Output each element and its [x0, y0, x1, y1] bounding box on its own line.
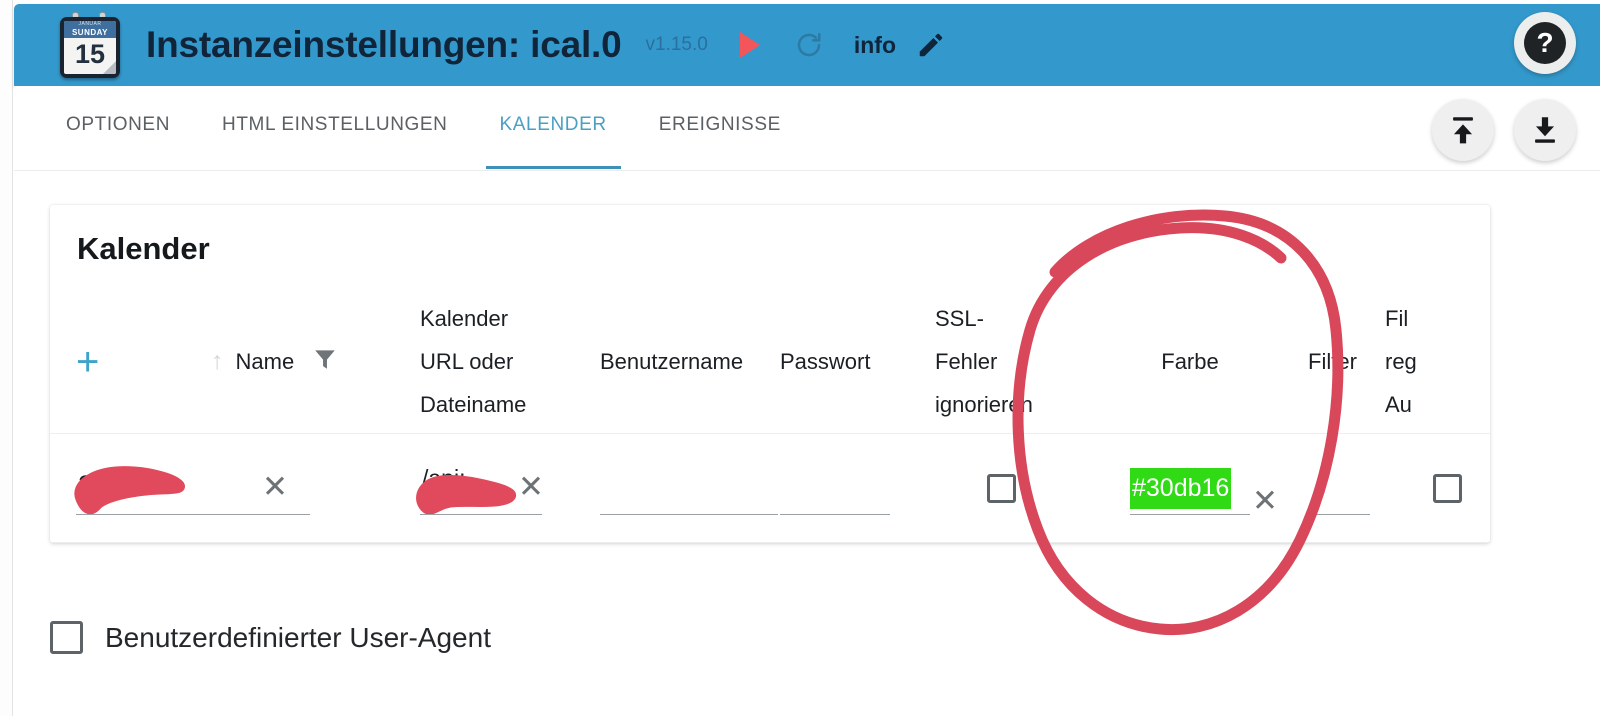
calendar-fold-corner	[103, 61, 116, 74]
column-header-url-line1: Kalender	[420, 306, 509, 331]
calendar-icon: JANUAR SUNDAY 15	[58, 12, 122, 78]
tab-bar: OPTIONEN HTML EINSTELLUNGEN KALENDER ERE…	[14, 86, 1600, 171]
page-title: Instanzeinstellungen: ical.0	[146, 24, 622, 65]
add-row-button[interactable]: +	[76, 342, 99, 382]
left-gutter	[0, 0, 13, 716]
clear-url-button[interactable]: ✕	[518, 471, 544, 502]
color-field[interactable]: #30db16	[1130, 461, 1250, 515]
column-header-benutzername: Benutzername	[600, 349, 744, 374]
table-header-tools: +	[50, 342, 185, 382]
kalender-table: + ↑ Name Kalender URL oder Dateiname Ben…	[50, 290, 1490, 543]
help-button[interactable]: ?	[1514, 12, 1576, 74]
username-field[interactable]	[600, 461, 778, 515]
tab-optionen[interactable]: OPTIONEN	[40, 86, 196, 143]
tab-ereignisse[interactable]: EREIGNISSE	[633, 86, 807, 143]
table-row: 2 2 ✕ /api: ✕ #30db16 ✕	[50, 434, 1490, 543]
calendar-weekday: SUNDAY	[64, 27, 116, 38]
pencil-icon[interactable]	[916, 30, 946, 60]
help-icon: ?	[1524, 22, 1566, 64]
app-header: JANUAR SUNDAY 15 Instanzeinstellungen: i…	[14, 4, 1600, 86]
column-header-regex-line1: Fil	[1385, 306, 1409, 331]
play-icon[interactable]	[739, 32, 760, 58]
info-button[interactable]: info	[854, 32, 896, 59]
calendar-body: JANUAR SUNDAY 15	[60, 17, 120, 78]
column-header-ssl-line1: SSL-	[935, 306, 984, 331]
color-value: #30db16	[1130, 467, 1232, 509]
user-agent-checkbox[interactable]	[50, 621, 83, 654]
column-header-url: Kalender URL oder Dateiname	[420, 297, 600, 426]
tab-list: OPTIONEN HTML EINSTELLUNGEN KALENDER ERE…	[40, 86, 807, 171]
ssl-ignore-checkbox[interactable]	[987, 473, 1016, 503]
download-button[interactable]	[1514, 99, 1576, 161]
filter-regex-checkbox[interactable]	[1433, 473, 1462, 503]
filter-field[interactable]	[1308, 461, 1370, 515]
sort-ascending-icon[interactable]: ↑	[211, 347, 224, 376]
calendar-name-field[interactable]: 2 2	[74, 461, 340, 515]
clear-name-button[interactable]: ✕	[262, 471, 288, 502]
user-agent-row: Benutzerdefinierter User-Agent	[50, 621, 491, 654]
column-header-name[interactable]: Name	[236, 340, 295, 383]
app-frame: JANUAR SUNDAY 15 Instanzeinstellungen: i…	[0, 0, 1600, 716]
column-header-farbe: Farbe	[1161, 349, 1219, 374]
password-field[interactable]	[780, 461, 890, 515]
table-header-name: ↑ Name	[185, 340, 420, 383]
column-header-ssl-line2: Fehler	[935, 349, 998, 374]
calendar-url-value: /api:	[422, 465, 466, 491]
kalender-card: Kalender + ↑ Name Kalender URL oder Date…	[50, 205, 1490, 543]
card-title: Kalender	[77, 231, 210, 266]
column-header-url-line2: URL oder	[420, 349, 514, 374]
calendar-url-field[interactable]: /api:	[416, 461, 570, 515]
table-header-row: + ↑ Name Kalender URL oder Dateiname Ben…	[50, 290, 1490, 434]
column-header-regex-line3: Au	[1385, 392, 1412, 417]
tab-html-einstellungen[interactable]: HTML EINSTELLUNGEN	[196, 86, 473, 143]
column-header-url-line3: Dateiname	[420, 392, 527, 417]
version-label: v1.15.0	[645, 34, 708, 55]
calendar-name-value: 2 2	[78, 470, 124, 500]
column-header-regex-line2: reg	[1385, 349, 1417, 374]
column-header-ssl-line3: ignorieren	[935, 392, 1033, 417]
column-header-filter-regex: Fil reg Au	[1385, 297, 1490, 426]
column-header-filter: Filter	[1308, 349, 1357, 374]
clear-color-button[interactable]: ✕	[1252, 485, 1278, 516]
column-header-passwort: Passwort	[780, 349, 871, 374]
tab-kalender[interactable]: KALENDER	[474, 86, 633, 169]
refresh-icon[interactable]	[794, 30, 824, 60]
column-header-ssl-fehler-ignorieren: SSL- Fehler ignorieren	[935, 297, 1100, 426]
user-agent-label: Benutzerdefinierter User-Agent	[105, 621, 491, 653]
filter-funnel-icon[interactable]	[312, 346, 338, 377]
upload-button[interactable]	[1432, 99, 1494, 161]
